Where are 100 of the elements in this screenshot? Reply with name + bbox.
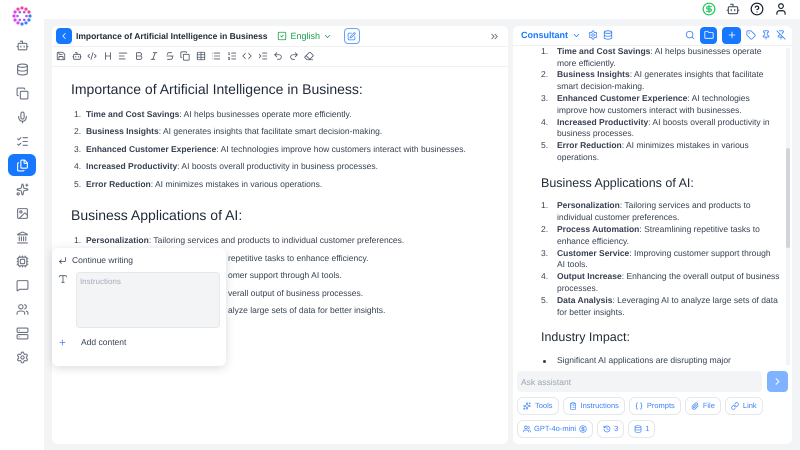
- list-number: 5.: [541, 294, 548, 307]
- check-icon: [277, 31, 288, 42]
- back-button[interactable]: [56, 28, 72, 44]
- save-icon[interactable]: [56, 51, 66, 62]
- align-left-icon[interactable]: [118, 51, 128, 62]
- return-icon: [58, 256, 67, 266]
- logo-icon: [11, 5, 33, 27]
- sidebar-item[interactable]: [8, 154, 36, 176]
- new-chat-button[interactable]: [722, 26, 741, 44]
- section-heading: Importance of Artificial Intelligence in Business:: [71, 80, 364, 99]
- numbered-list-icon[interactable]: [226, 51, 236, 62]
- list-item-text: Business Insights: AI generates insights that facilitate smart decision-making.: [557, 69, 764, 93]
- bullet-list-icon[interactable]: [211, 51, 221, 62]
- list-number: 1.: [74, 234, 82, 248]
- microphone-icon: [16, 110, 28, 124]
- message-icon: [16, 278, 28, 292]
- list-item-text: Increased Productivity: AI boosts overall productivity in business processes.: [557, 116, 771, 140]
- copy-icon[interactable]: [180, 51, 190, 62]
- instructions-field[interactable]: Instructions: [76, 272, 220, 328]
- undo-icon[interactable]: [273, 51, 283, 62]
- history-icon: [603, 425, 612, 433]
- help-icon[interactable]: [750, 2, 764, 16]
- list-item-text: Significant AI applications are disrupting major: [557, 355, 731, 367]
- list-item-text: Enhanced Customer Experience: AI technologies improve how customers interact with businesses.: [557, 92, 751, 117]
- list-number: 4.: [541, 271, 548, 284]
- list-number: 3.: [74, 142, 82, 156]
- tag-icon[interactable]: [746, 30, 756, 40]
- edit-button[interactable]: [344, 28, 360, 44]
- heading-icon[interactable]: [102, 51, 112, 62]
- list-item-text: Personalization: Tailoring services and products to individual customer preferences.: [86, 234, 404, 248]
- plus-icon: [726, 30, 736, 40]
- list-item-text: Output Increase: Enhancing the overall output of business processes.: [557, 271, 780, 295]
- database-icon[interactable]: [603, 30, 613, 40]
- list-item-text: Time and Cost Savings: AI helps businesses operate more efficiently.: [86, 108, 352, 121]
- add-content-option[interactable]: Add content: [58, 336, 220, 349]
- list-item-text: Personalization: Tailoring services and products to individual customer preferences.: [557, 200, 752, 224]
- robot-icon[interactable]: [72, 51, 82, 62]
- copy-icon: [16, 86, 28, 100]
- list-number: 2.: [74, 125, 82, 138]
- bold-icon[interactable]: [134, 51, 144, 62]
- strikethrough-icon[interactable]: [164, 51, 174, 62]
- code-block-icon[interactable]: [242, 51, 252, 62]
- list-item-text: Increased Productivity: AI boosts overall productivity in business processes.: [86, 160, 378, 174]
- list-number: 2.: [541, 224, 548, 236]
- bank-icon: [16, 230, 28, 244]
- list-item-text: verall output of business processes.: [228, 286, 364, 300]
- pin-icon[interactable]: [761, 30, 771, 40]
- italic-icon[interactable]: [149, 51, 159, 62]
- language-dropdown[interactable]: English: [277, 30, 332, 44]
- checklist-icon: [16, 134, 28, 148]
- robot-icon: [16, 38, 28, 52]
- paperclip-icon: [690, 402, 699, 410]
- pin-off-icon[interactable]: [776, 30, 786, 40]
- braces-icon: [634, 402, 643, 410]
- redo-icon[interactable]: [288, 51, 298, 62]
- list-item-text: Data Analysis: Leveraging AI to analyze large sets of data for better insights.: [557, 294, 779, 318]
- list-item-text: Customer Service: Improving customer support through AI tools.: [557, 248, 772, 272]
- folder-button[interactable]: [700, 26, 717, 44]
- list-number: 3.: [541, 92, 548, 105]
- indent-icon[interactable]: [258, 51, 268, 62]
- ask-assistant-field[interactable]: Ask assistant: [517, 371, 762, 392]
- code-icon[interactable]: [87, 51, 97, 62]
- agent-dropdown[interactable]: Consultant: [521, 28, 581, 42]
- settings-icon[interactable]: [588, 30, 598, 40]
- section-heading: Business Applications of AI:: [71, 206, 244, 226]
- search-icon[interactable]: [685, 30, 695, 40]
- chip-icon: [16, 254, 28, 268]
- list-item-text: repetitive tasks to enhance efficiency.: [228, 252, 368, 265]
- dollar-icon: [579, 425, 588, 433]
- table-icon[interactable]: [196, 51, 206, 62]
- list-item-text: Process Automation: Streamlining repetitive tasks to enhance efficiency.: [557, 224, 761, 248]
- list-item-text: Enhanced Customer Experience: AI technologies improve how customers interact with businesses.: [86, 142, 466, 156]
- list-number: 4.: [541, 116, 548, 129]
- list-number: 1.: [541, 46, 548, 58]
- list-number: 5.: [74, 178, 82, 191]
- text-icon: [58, 274, 68, 284]
- section-heading: Industry Impact:: [541, 329, 631, 346]
- eraser-icon[interactable]: [304, 51, 314, 62]
- database-icon: [16, 62, 28, 76]
- edit-icon: [347, 32, 356, 41]
- settings-icon: [16, 350, 28, 364]
- collapse-icon[interactable]: [489, 30, 500, 42]
- list-number: 1.: [74, 108, 82, 121]
- server-icon: [16, 326, 28, 340]
- plus-icon: [58, 338, 67, 347]
- sparkles-icon: [523, 402, 531, 410]
- list-number: 4.: [74, 160, 82, 174]
- list-item-text: Time and Cost Savings: AI helps businesses operate more efficiently.: [557, 46, 762, 70]
- section-heading: Business Applications of AI:: [541, 174, 695, 192]
- list-number: 3.: [541, 248, 548, 260]
- documents-icon: [16, 158, 28, 172]
- list-number: 1.: [541, 200, 548, 212]
- robot-icon[interactable]: [726, 2, 740, 16]
- folder-icon: [704, 30, 714, 40]
- bullet-icon: [543, 360, 546, 363]
- model-icon: [523, 425, 531, 433]
- list-item-text: alyze large sets of data for better insights.: [228, 304, 386, 318]
- user-icon[interactable]: [774, 2, 788, 16]
- link-icon: [730, 402, 739, 410]
- continue-writing-option[interactable]: Continue writing: [58, 254, 220, 268]
